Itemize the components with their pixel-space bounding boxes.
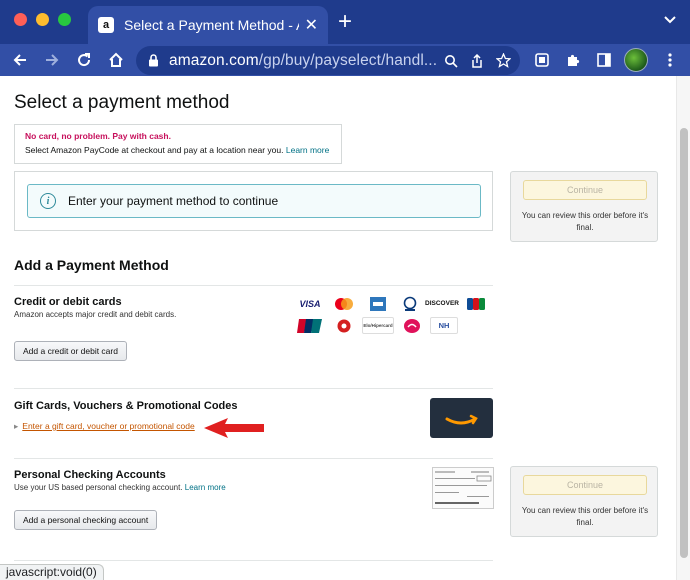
divider <box>14 458 493 459</box>
reload-icon[interactable] <box>72 48 96 72</box>
browser-toolbar: amazon.com/gp/buy/payselect/handl... <box>0 44 690 76</box>
side-panel-icon[interactable] <box>592 48 616 72</box>
checking-accounts-title: Personal Checking Accounts <box>14 469 166 481</box>
paycode-learn-more-link[interactable]: Learn more <box>286 145 329 155</box>
info-icon: i <box>40 193 56 209</box>
gift-cards-title: Gift Cards, Vouchers & Promotional Codes <box>14 400 238 412</box>
jcb-logo-icon <box>462 295 490 312</box>
elo-logo-icon <box>330 317 358 334</box>
check-image <box>432 467 494 509</box>
credit-cards-title: Credit or debit cards <box>14 296 122 308</box>
close-window-button[interactable] <box>14 13 27 26</box>
page-title: Select a payment method <box>14 92 230 113</box>
share-icon[interactable] <box>464 48 490 74</box>
scrollbar-thumb[interactable] <box>680 128 688 558</box>
order-summary-box-bottom: Continue You can review this order befor… <box>510 466 658 537</box>
divider <box>14 560 493 561</box>
visa-logo-icon: VISA <box>296 295 324 312</box>
maximize-window-button[interactable] <box>58 13 71 26</box>
browser-menu-icon[interactable] <box>658 48 682 72</box>
checking-learn-more-link[interactable]: Learn more <box>185 483 226 492</box>
paycode-body: Select Amazon PayCode at checkout and pa… <box>25 145 330 155</box>
new-tab-plus-icon[interactable]: + <box>338 10 352 34</box>
nh-logo-icon: NH <box>430 317 458 334</box>
order-summary-box: Continue You can review this order befor… <box>510 171 658 242</box>
checking-accounts-subtitle: Use your US based personal checking acco… <box>14 483 226 492</box>
bookmark-star-icon[interactable] <box>490 48 516 74</box>
continue-button[interactable]: Continue <box>523 180 647 200</box>
credit-cards-subtitle: Amazon accepts major credit and debit ca… <box>14 310 177 319</box>
enter-gift-card-link[interactable]: ▸ Enter a gift card, voucher or promotion… <box>14 421 195 432</box>
browser-tab-bar: a Select a Payment Method - Am ✕ + <box>0 0 690 44</box>
extensions-puzzle-icon[interactable] <box>561 48 585 72</box>
tab-search-chevron-icon[interactable] <box>664 13 676 27</box>
divider <box>14 388 493 389</box>
amex-logo-icon <box>364 295 392 312</box>
payment-required-notice: i Enter your payment method to continue <box>27 184 481 218</box>
elocard-logo-icon: Elo/Hipercard <box>362 317 394 334</box>
notice-text: Enter your payment method to continue <box>68 194 279 208</box>
mastercard-logo-icon <box>330 295 358 312</box>
profile-avatar[interactable] <box>624 48 648 72</box>
hipercard-logo-icon <box>398 317 426 334</box>
discover-logo-icon: DISCOVER <box>425 295 459 312</box>
tab-title: Select a Payment Method - Am <box>124 17 299 33</box>
unionpay-logo-icon <box>296 317 324 334</box>
add-credit-card-button[interactable]: Add a credit or debit card <box>14 341 127 361</box>
paycode-banner: No card, no problem. Pay with cash. Sele… <box>14 124 342 164</box>
url-text: amazon.com/gp/buy/payselect/handl... <box>169 51 438 69</box>
page-content: Select a payment method No card, no prob… <box>0 76 690 580</box>
lock-icon <box>149 54 158 67</box>
back-arrow-icon[interactable] <box>8 48 32 72</box>
zoom-icon[interactable] <box>438 48 464 74</box>
review-order-text: You can review this order before it's fi… <box>521 211 649 232</box>
add-payment-heading: Add a Payment Method <box>14 257 169 273</box>
notice-card: i Enter your payment method to continue <box>14 171 493 231</box>
tab-close-icon[interactable]: ✕ <box>305 15 318 35</box>
forward-arrow-icon[interactable] <box>40 48 64 72</box>
add-checking-account-button[interactable]: Add a personal checking account <box>14 510 158 530</box>
divider <box>14 285 493 286</box>
browser-tab[interactable]: a Select a Payment Method - Am ✕ <box>88 6 328 44</box>
diners-club-logo-icon <box>396 295 424 312</box>
chevron-right-icon: ▸ <box>14 421 19 431</box>
paycode-headline: No card, no problem. Pay with cash. <box>25 131 171 141</box>
gift-card-link-label: Enter a gift card, voucher or promotiona… <box>22 421 195 431</box>
amazon-favicon-icon: a <box>98 17 114 33</box>
amazon-gift-card-image <box>430 398 493 438</box>
vertical-scrollbar[interactable] <box>676 76 690 580</box>
review-order-text-bottom: You can review this order before it's fi… <box>521 506 649 527</box>
address-bar[interactable]: amazon.com/gp/buy/payselect/handl... <box>136 46 520 75</box>
reading-mode-icon[interactable] <box>530 48 554 72</box>
red-arrow-annotation-icon <box>204 418 264 438</box>
home-icon[interactable] <box>104 48 128 72</box>
minimize-window-button[interactable] <box>36 13 49 26</box>
continue-button-bottom[interactable]: Continue <box>523 475 647 495</box>
status-bar-url: javascript:void(0) <box>0 564 104 580</box>
